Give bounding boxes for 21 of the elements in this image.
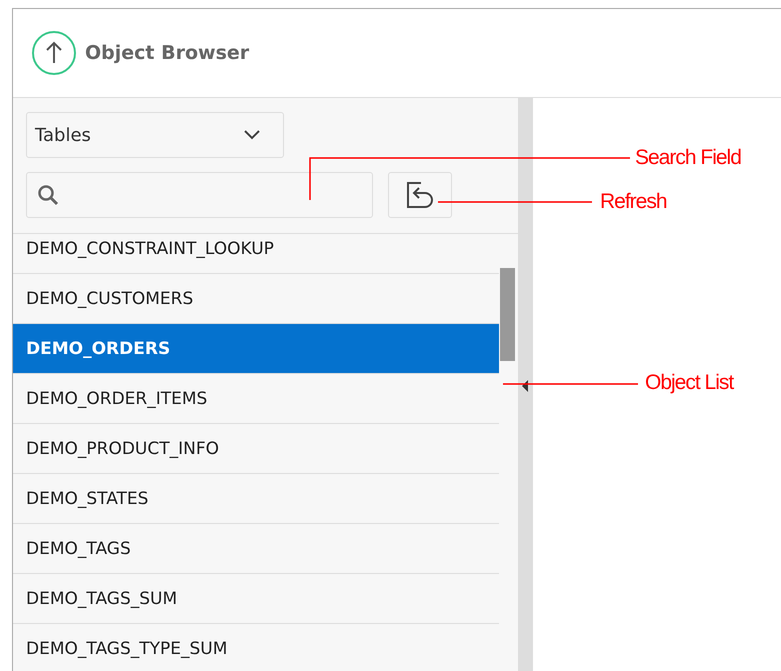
scrollbar-thumb[interactable] <box>500 268 515 361</box>
splitter-bar[interactable] <box>518 98 533 671</box>
collapse-left-icon <box>522 380 528 392</box>
chevron-down-icon <box>243 130 261 140</box>
search-icon <box>37 184 59 206</box>
callout-label: Search Field <box>635 146 741 170</box>
object-list-item[interactable]: DEMO_PRODUCT_INFO <box>13 424 499 474</box>
callout-label: Object List <box>645 371 734 395</box>
page-title: Object Browser <box>85 42 250 64</box>
object-list-item[interactable]: DEMO_TAGS <box>13 524 499 574</box>
object-list-item[interactable]: DEMO_TAGS_TYPE_SUM <box>13 624 499 671</box>
refresh-icon <box>405 181 435 209</box>
object-list-item[interactable]: DEMO_STATES <box>13 474 499 524</box>
object-list-item[interactable]: DEMO_ORDER_ITEMS <box>13 374 499 424</box>
object-list-item[interactable]: DEMO_TAGS_SUM <box>13 574 499 624</box>
object-list-item[interactable]: DEMO_ORDERS <box>13 324 499 374</box>
callout-label: Refresh <box>600 190 667 214</box>
object-type-select[interactable]: Tables <box>26 112 284 158</box>
object-list-item[interactable]: DEMO_CONSTRAINT_LOOKUP <box>13 234 499 274</box>
refresh-button[interactable] <box>388 172 452 218</box>
search-field[interactable] <box>26 172 373 218</box>
